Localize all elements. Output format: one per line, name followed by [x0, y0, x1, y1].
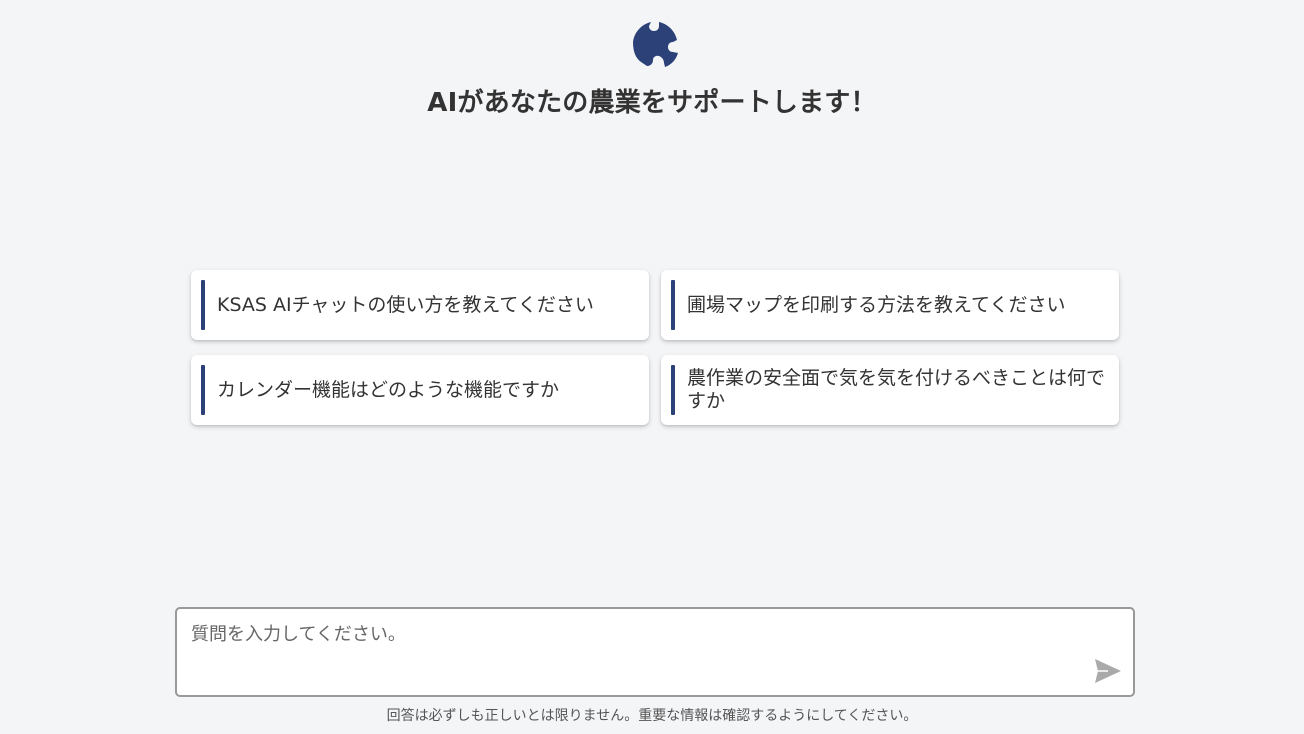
suggestion-label: KSAS AIチャットの使い方を教えてください — [217, 293, 594, 316]
card-accent-bar — [201, 365, 205, 415]
card-accent-bar — [201, 280, 205, 330]
suggestion-label: 農作業の安全面で気を気を付けるべきことは何ですか — [687, 367, 1106, 412]
suggestion-label: カレンダー機能はどのような機能ですか — [217, 378, 560, 401]
suggestion-card-safety[interactable]: 農作業の安全面で気を気を付けるべきことは何ですか — [661, 355, 1119, 425]
logo-icon — [631, 20, 679, 68]
suggestion-card-calendar[interactable]: カレンダー機能はどのような機能ですか — [191, 355, 649, 425]
question-input[interactable] — [191, 623, 1071, 679]
card-accent-bar — [671, 365, 675, 415]
send-button[interactable] — [1092, 655, 1124, 687]
page-title: AIがあなたの農業をサポートします！ — [427, 88, 877, 118]
chat-input-box — [175, 607, 1135, 697]
send-icon — [1095, 659, 1121, 683]
disclaimer-text: 回答は必ずしも正しいとは限りません。重要な情報は確認するようにしてください。 — [386, 708, 918, 724]
suggestion-label: 圃場マップを印刷する方法を教えてください — [687, 293, 1066, 316]
suggestion-card-print-map[interactable]: 圃場マップを印刷する方法を教えてください — [661, 270, 1119, 340]
suggestion-grid: KSAS AIチャットの使い方を教えてください 圃場マップを印刷する方法を教えて… — [191, 270, 1119, 425]
card-accent-bar — [671, 280, 675, 330]
suggestion-card-usage[interactable]: KSAS AIチャットの使い方を教えてください — [191, 270, 649, 340]
